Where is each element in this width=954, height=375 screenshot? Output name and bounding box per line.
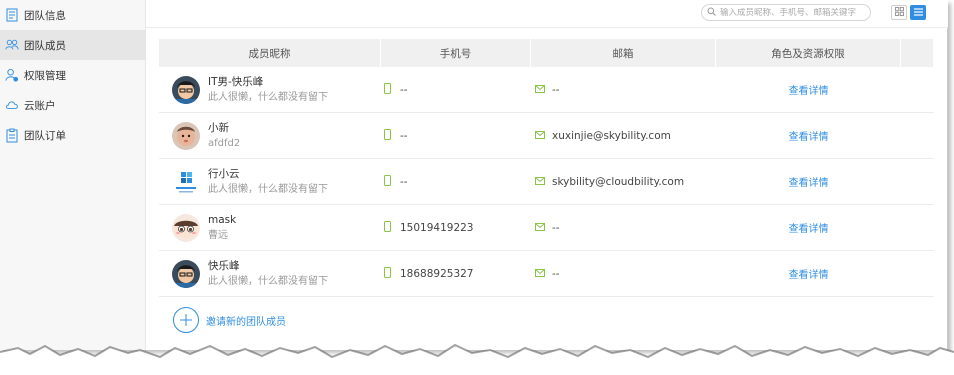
table-row: mask 曹远 15019419223 -- 查看详情	[159, 205, 934, 251]
email-cell: --	[531, 251, 716, 297]
phone-value: --	[400, 129, 408, 142]
member-cell: 快乐峰 此人很懒，什么都没有留下	[159, 251, 381, 297]
search-icon	[707, 6, 716, 19]
user-settings-icon	[5, 68, 19, 82]
clipboard-icon	[5, 128, 19, 142]
column-header-spacer	[901, 39, 934, 67]
sidebar-item-label: 权限管理	[24, 69, 66, 82]
list-icon	[913, 6, 923, 19]
members-table: 成员昵称 手机号 邮箱 角色及资源权限 IT男-快乐峰 此人很懒，什么都没有留下…	[159, 39, 934, 343]
phone-icon	[384, 82, 391, 97]
avatar[interactable]	[172, 213, 200, 242]
phone-cell: --	[381, 67, 531, 113]
email-cell: skybility@cloudbility.com	[531, 159, 716, 205]
top-toolbar	[146, 0, 948, 28]
phone-icon	[384, 128, 391, 143]
email-cell: --	[531, 67, 716, 113]
document-icon	[5, 8, 19, 22]
email-value: skybility@cloudbility.com	[552, 175, 685, 188]
email-value: --	[552, 267, 560, 280]
app-window: 团队信息 团队成员 权限管理 云账户 团队订单 输入成员昵称、手机号、邮箱关键字…	[0, 0, 948, 350]
phone-value: 15019419223	[400, 221, 474, 234]
email-value: --	[552, 221, 560, 234]
email-icon	[535, 222, 545, 234]
member-cell: 行小云 此人很懒，什么都没有留下	[159, 159, 381, 205]
email-icon	[535, 268, 545, 280]
email-cell: --	[531, 205, 716, 251]
view-details-link[interactable]: 查看详情	[716, 251, 901, 297]
table-header: 成员昵称 手机号 邮箱 角色及资源权限	[159, 39, 934, 67]
sidebar-item-label: 团队订单	[24, 129, 66, 142]
sidebar-item-label: 团队成员	[24, 39, 66, 52]
member-nickname: mask	[208, 213, 237, 226]
member-signature: 此人很懒，什么都没有留下	[208, 91, 328, 103]
phone-cell: 18688925327	[381, 251, 531, 297]
member-nickname: 小新	[208, 121, 229, 134]
member-nickname: 快乐峰	[208, 259, 240, 272]
plus-icon	[173, 307, 199, 333]
phone-value: --	[400, 175, 408, 188]
column-header-role: 角色及资源权限	[716, 39, 901, 67]
email-icon	[535, 84, 545, 96]
phone-icon	[384, 220, 391, 235]
member-signature: afdfd2	[208, 137, 241, 149]
avatar[interactable]	[172, 121, 200, 150]
invite-label: 邀请新的团队成员	[206, 316, 286, 328]
phone-cell: 15019419223	[381, 205, 531, 251]
member-cell: mask 曹远	[159, 205, 381, 251]
view-details-link[interactable]: 查看详情	[716, 159, 901, 205]
sidebar-item-team-members[interactable]: 团队成员	[0, 30, 146, 60]
invite-member-button[interactable]: 邀请新的团队成员	[159, 297, 934, 343]
table-row: 行小云 此人很懒，什么都没有留下 -- skybility@cloudbilit…	[159, 159, 934, 205]
search-box[interactable]	[701, 4, 871, 21]
member-signature: 此人很懒，什么都没有留下	[208, 183, 328, 195]
table-row: IT男-快乐峰 此人很懒，什么都没有留下 -- -- 查看详情	[159, 67, 934, 113]
column-header-nickname: 成员昵称	[159, 39, 381, 67]
phone-cell: --	[381, 159, 531, 205]
sidebar-item-label: 团队信息	[24, 9, 66, 22]
grid-view-button[interactable]	[891, 5, 907, 20]
avatar[interactable]	[172, 75, 200, 104]
phone-cell: --	[381, 113, 531, 159]
column-header-email: 邮箱	[531, 39, 716, 67]
members-icon	[5, 38, 19, 52]
email-value: xuxinjie@skybility.com	[552, 129, 671, 142]
member-signature: 曹远	[208, 229, 228, 241]
member-cell: 小新 afdfd2	[159, 113, 381, 159]
phone-icon	[384, 174, 391, 189]
member-nickname: IT男-快乐峰	[208, 75, 264, 88]
sidebar: 团队信息 团队成员 权限管理 云账户 团队订单	[0, 0, 146, 350]
view-details-link[interactable]: 查看详情	[716, 113, 901, 159]
sidebar-item-permissions[interactable]: 权限管理	[0, 60, 146, 90]
table-row: 快乐峰 此人很懒，什么都没有留下 18688925327 -- 查看详情	[159, 251, 934, 297]
email-value: --	[552, 83, 560, 96]
member-cell: IT男-快乐峰 此人很懒，什么都没有留下	[159, 67, 381, 113]
column-header-phone: 手机号	[381, 39, 531, 67]
email-icon	[535, 130, 545, 142]
phone-icon	[384, 266, 391, 281]
search-input[interactable]	[720, 7, 865, 18]
cloud-icon	[5, 98, 19, 112]
member-signature: 此人很懒，什么都没有留下	[208, 275, 328, 287]
table-row: 小新 afdfd2 -- xuxinjie@skybility.com 查看详情	[159, 113, 934, 159]
member-nickname: 行小云	[208, 167, 240, 180]
sidebar-item-team-orders[interactable]: 团队订单	[0, 120, 146, 150]
avatar[interactable]	[172, 259, 200, 288]
view-details-link[interactable]: 查看详情	[716, 205, 901, 251]
sidebar-item-team-info[interactable]: 团队信息	[0, 0, 146, 30]
email-icon	[535, 176, 545, 188]
torn-edge-decoration	[0, 343, 954, 375]
email-cell: xuxinjie@skybility.com	[531, 113, 716, 159]
avatar[interactable]	[172, 167, 200, 196]
grid-icon	[894, 6, 904, 19]
sidebar-item-label: 云账户	[24, 99, 56, 112]
sidebar-item-cloud-account[interactable]: 云账户	[0, 90, 146, 120]
phone-value: 18688925327	[400, 267, 474, 280]
view-details-link[interactable]: 查看详情	[716, 67, 901, 113]
list-view-button[interactable]	[910, 5, 926, 20]
phone-value: --	[400, 83, 408, 96]
